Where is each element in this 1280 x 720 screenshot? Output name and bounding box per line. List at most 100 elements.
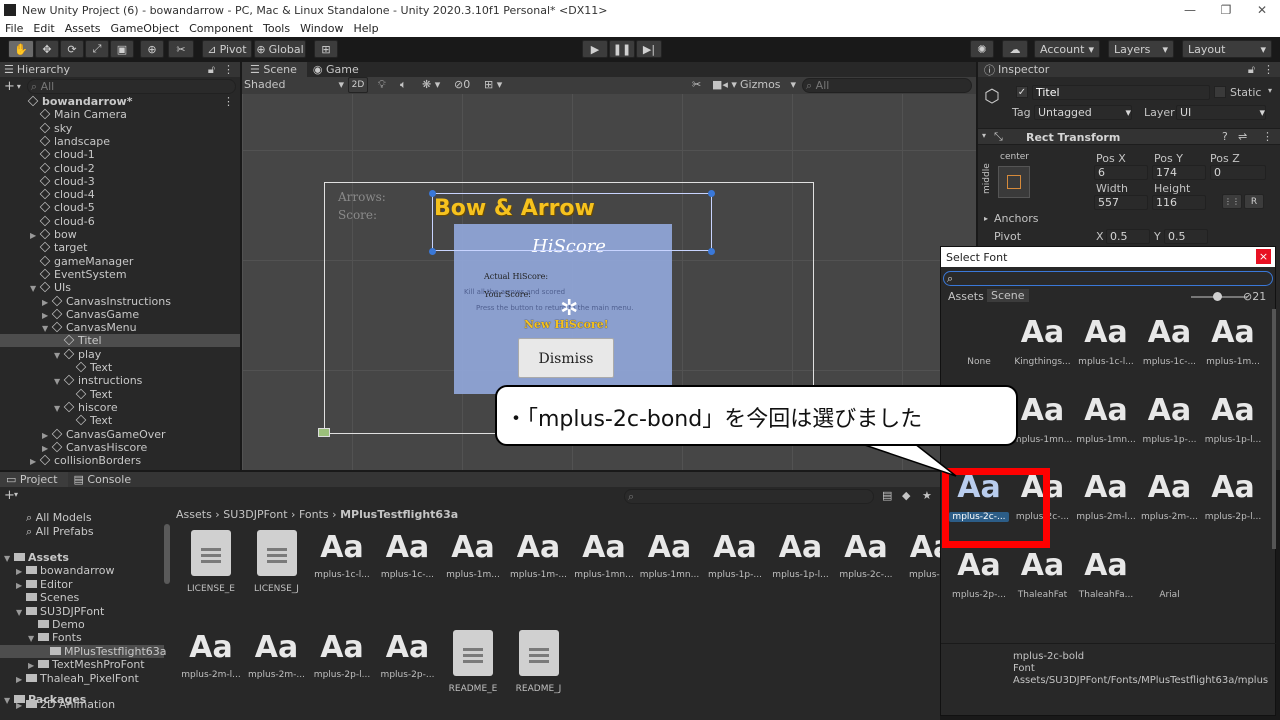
project-search-input[interactable]: ⌕ xyxy=(624,489,874,504)
menu-item-edit[interactable]: Edit xyxy=(28,22,59,35)
pivot-toggle-button[interactable]: ⊿ Pivot xyxy=(202,40,252,58)
hierarchy-item[interactable]: cloud-4 xyxy=(0,188,240,201)
kebab-menu-icon[interactable]: ⋮ xyxy=(1263,63,1274,76)
hierarchy-item[interactable]: Text xyxy=(0,361,240,374)
font-search-input[interactable]: ⌕ xyxy=(943,271,1273,286)
hierarchy-item[interactable]: cloud-6 xyxy=(0,215,240,228)
hierarchy-item[interactable]: sky xyxy=(0,122,240,135)
rect-handle[interactable] xyxy=(708,248,715,255)
font-item[interactable]: Aa ThaleahFat xyxy=(1013,548,1073,600)
transform-tool-button[interactable]: ⊕ xyxy=(140,40,164,58)
font-item[interactable]: Aa mplus-2p-l... xyxy=(1203,470,1263,522)
asset-item[interactable]: LICENSE_J xyxy=(246,526,308,594)
asset-item[interactable]: LICENSE_E xyxy=(180,526,242,594)
asset-item[interactable]: Aa mplus-1m... xyxy=(442,526,504,580)
project-folder-item[interactable]: ▼ SU3DJPFont xyxy=(0,605,164,618)
hierarchy-item[interactable]: ▶ CanvasInstructions xyxy=(0,295,240,308)
shading-dropdown[interactable]: Shaded ▾ xyxy=(244,78,344,91)
chevron-down-icon[interactable]: ▼ xyxy=(54,402,64,415)
rotate-tool-button[interactable]: ⟳ xyxy=(60,40,84,58)
custom-tool-button[interactable]: ✂ xyxy=(168,40,194,58)
hierarchy-item[interactable]: cloud-5 xyxy=(0,201,240,214)
effects-icon[interactable]: ❋ ▾ xyxy=(422,78,440,91)
camera-icon[interactable]: ■◂ ▾ xyxy=(712,78,737,91)
pos-z-field[interactable]: 0 xyxy=(1210,165,1266,180)
menu-item-assets[interactable]: Assets xyxy=(60,22,106,35)
kebab-menu-icon[interactable]: ⋮ xyxy=(1262,130,1273,143)
lock-icon[interactable]: 🔓︎ xyxy=(208,63,215,77)
hierarchy-search-input[interactable]: ⌕ All xyxy=(26,78,236,94)
minimize-icon[interactable]: — xyxy=(1172,3,1208,17)
asset-item[interactable]: Aa mplus-1p-l... xyxy=(770,526,832,580)
scene-search-input[interactable]: ⌕ All xyxy=(802,78,972,93)
chevron-down-icon[interactable]: ▼ xyxy=(28,632,38,645)
layer-dropdown[interactable]: UI ▾ xyxy=(1176,105,1266,120)
project-folder-item[interactable]: Scenes xyxy=(0,591,164,604)
asset-item[interactable]: README_J xyxy=(508,626,570,694)
font-item[interactable]: Aa mplus-1p-... xyxy=(1140,393,1200,445)
tab-hierarchy[interactable]: Hierarchy xyxy=(17,63,70,76)
chevron-down-icon[interactable]: ▼ xyxy=(16,606,26,619)
tag-dropdown[interactable]: Untagged ▾ xyxy=(1034,105,1132,120)
hierarchy-item[interactable]: Main Camera xyxy=(0,108,240,121)
hierarchy-item[interactable]: Text xyxy=(0,414,240,427)
play-button[interactable]: ▶ xyxy=(582,40,608,58)
asset-item[interactable]: Aa mplus-1mn... xyxy=(573,526,635,580)
chevron-down-icon[interactable]: ▾ xyxy=(14,490,18,499)
grid-icon[interactable]: ⊞ ▾ xyxy=(484,78,502,91)
rect-transform-header[interactable]: ▾ ⤡ Rect Transform ? ⇌ ⋮ xyxy=(978,128,1280,145)
tab-assets[interactable]: Assets xyxy=(948,290,984,303)
static-dropdown-icon[interactable]: ▾ xyxy=(1268,86,1272,95)
chevron-right-icon[interactable]: ▶ xyxy=(30,455,40,468)
close-dialog-button[interactable]: × xyxy=(1256,249,1271,264)
hierarchy-item[interactable]: bowandarrow* ⋮ xyxy=(0,95,240,108)
hierarchy-item[interactable]: ▶ CanvasGame xyxy=(0,308,240,321)
font-item[interactable]: Aa mplus-2m-l... xyxy=(1076,470,1136,522)
lock-icon[interactable]: 🔓︎ xyxy=(1248,63,1255,77)
project-folder-item[interactable]: Demo xyxy=(0,618,164,631)
hierarchy-item[interactable]: ▼ hiscore xyxy=(0,401,240,414)
asset-item[interactable]: Aa mplus-2c-... xyxy=(835,526,897,580)
font-item[interactable]: Aa mplus-1m... xyxy=(1203,315,1263,367)
hierarchy-item[interactable]: cloud-1 xyxy=(0,148,240,161)
chevron-right-icon[interactable]: ▶ xyxy=(28,659,38,672)
chevron-down-icon[interactable]: ▼ xyxy=(42,322,52,335)
font-item[interactable]: Aa mplus-1c-... xyxy=(1140,315,1200,367)
chevron-right-icon[interactable]: ▶ xyxy=(42,442,52,455)
asset-item[interactable]: Aa mplus-1m-... xyxy=(508,526,570,580)
collab-icon[interactable]: ✺ xyxy=(970,40,994,58)
account-dropdown[interactable]: Account ▾ xyxy=(1034,40,1100,58)
layout-dropdown[interactable]: Layout ▾ xyxy=(1182,40,1272,58)
font-item[interactable]: Aa mplus-1mn... xyxy=(1013,393,1073,445)
hierarchy-item[interactable]: ▶ bow xyxy=(0,228,240,241)
hierarchy-item[interactable]: gameManager xyxy=(0,255,240,268)
project-folder-item[interactable]: ▶ TextMeshProFont xyxy=(0,658,164,671)
step-button[interactable]: ▶| xyxy=(636,40,662,58)
rect-tool-button[interactable]: ▣ xyxy=(110,40,134,58)
pivot-x-field[interactable]: 0.5 xyxy=(1106,229,1150,244)
asset-item[interactable]: README_E xyxy=(442,626,504,694)
rect-handle[interactable] xyxy=(429,248,436,255)
breadcrumb-item[interactable]: Assets xyxy=(176,508,212,521)
project-tree-scrollbar[interactable] xyxy=(164,524,170,584)
project-folder-item[interactable]: ▼ Fonts xyxy=(0,631,164,644)
kebab-menu-icon[interactable]: ⋮ xyxy=(223,63,234,76)
tab-scene[interactable]: ☰ Scene xyxy=(242,62,307,77)
hierarchy-item[interactable]: EventSystem xyxy=(0,268,240,281)
chevron-right-icon[interactable]: ▶ xyxy=(16,699,26,712)
chevron-right-icon[interactable]: ▶ xyxy=(42,429,52,442)
scale-tool-button[interactable]: ⤢ xyxy=(85,40,109,58)
close-window-icon[interactable]: ✕ xyxy=(1244,3,1280,17)
asset-item[interactable]: Aa mplus-2p-l... xyxy=(311,626,373,680)
hierarchy-item[interactable]: ▼ instructions xyxy=(0,374,240,387)
menu-item-help[interactable]: Help xyxy=(348,22,383,35)
pos-x-field[interactable]: 6 xyxy=(1094,165,1148,180)
favorite-item[interactable]: ⌕ All Prefabs xyxy=(26,525,94,538)
chevron-down-icon[interactable]: ▼ xyxy=(30,282,40,295)
menu-item-tools[interactable]: Tools xyxy=(258,22,295,35)
project-folder-item[interactable]: ▶ Thaleah_PixelFont xyxy=(0,672,164,685)
chevron-down-icon[interactable]: ▼ xyxy=(54,349,64,362)
cloud-icon[interactable]: ☁ xyxy=(1002,40,1028,58)
favorite-item[interactable]: ⌕ All Models xyxy=(26,511,92,524)
dismiss-button[interactable]: Dismiss xyxy=(518,338,614,378)
